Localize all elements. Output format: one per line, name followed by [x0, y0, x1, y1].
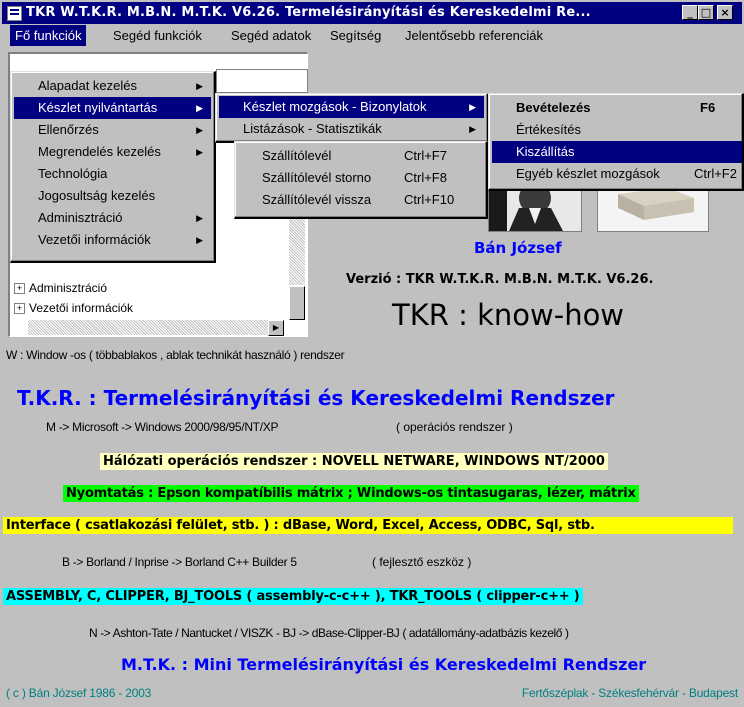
menu-item-ertekesites[interactable]: Értékesítés — [492, 119, 739, 141]
tree-item-label: Vezetői információk — [29, 301, 134, 315]
menu-seged-adatok[interactable]: Segéd adatok — [226, 25, 316, 46]
menu-item-shortcut: Ctrl+F10 — [404, 192, 455, 207]
menu-item-jogosultsag[interactable]: Jogosultság kezelés — [14, 185, 211, 207]
menu-item-shortcut: Ctrl+F7 — [404, 148, 447, 163]
b-description: B -> Borland / Inprise -> Borland C++ Bu… — [62, 555, 297, 569]
submenu-arrow-icon: ▶ — [196, 147, 203, 157]
assembly-banner: ASSEMBLY, C, CLIPPER, BJ_TOOLS ( assembl… — [3, 588, 583, 605]
title-bar[interactable]: TKR W.T.K.R. M.B.N. M.T.K. V6.26. Termel… — [2, 2, 742, 24]
menu-item-label: Ellenőrzés — [38, 122, 99, 137]
menu-segitseg[interactable]: Segítség — [325, 25, 386, 46]
menu-bar: Fő funkciók Segéd funkciók Segéd adatok … — [2, 25, 742, 46]
menu-seged-funkciok[interactable]: Segéd funkciók — [108, 25, 207, 46]
menu-item-label: Szállítólevél vissza — [262, 192, 372, 207]
menu-item-shortcut: Ctrl+F8 — [404, 170, 447, 185]
menu-item-adminisztracio[interactable]: Adminisztráció ▶ — [14, 207, 211, 229]
menu-item-label: Szállítólevél storno — [262, 170, 372, 185]
menu-item-alapadat[interactable]: Alapadat kezelés ▶ — [14, 75, 211, 97]
menu-item-label: Vezetői információk — [38, 232, 151, 247]
menu-item-shortcut: F6 — [700, 100, 716, 115]
menu-item-label: Jogosultság kezelés — [38, 188, 156, 203]
window-title: TKR W.T.K.R. M.B.N. M.T.K. V6.26. Termel… — [26, 5, 591, 20]
app-icon[interactable] — [7, 6, 22, 21]
menu-referenciak[interactable]: Jelentősebb referenciák — [400, 25, 548, 46]
submenu-arrow-icon: ▶ — [196, 213, 203, 223]
n-description: N -> Ashton-Tate / Nantucket / VISZK - B… — [89, 626, 569, 640]
menu-item-label: Kiszállítás — [516, 144, 575, 159]
menu-item-listazasok[interactable]: Listázások - Statisztikák ▶ — [219, 118, 484, 140]
menu-item-label: Listázások - Statisztikák — [243, 121, 382, 136]
m-note: ( operációs rendszer ) — [396, 420, 513, 434]
submenu-arrow-icon: ▶ — [196, 103, 203, 113]
menu-item-megrendeles[interactable]: Megrendelés kezelés ▶ — [14, 141, 211, 163]
product-photo-image — [598, 184, 708, 231]
menu-item-szallitolevel[interactable]: Szállítólevél Ctrl+F7 — [238, 145, 483, 167]
menu-item-label: Egyéb készlet mozgások — [516, 166, 660, 181]
h-scrollbar-track[interactable] — [28, 320, 268, 335]
maximize-button[interactable]: □ — [698, 5, 714, 20]
b-note: ( fejlesztő eszköz ) — [372, 555, 472, 569]
network-os-banner: Hálózati operációs rendszer : NOVELL NET… — [100, 453, 608, 470]
author-name: Bán József — [474, 239, 562, 257]
submenu-arrow-icon: ▶ — [196, 235, 203, 245]
input-box[interactable] — [216, 69, 308, 93]
menu-item-technologia[interactable]: Technológia — [14, 163, 211, 185]
menu-item-label: Készlet nyilvántartás — [38, 100, 158, 115]
locations: Fertőszéplak - Székesfehérvár - Budapest — [521, 686, 738, 700]
menu-item-ellenorzes[interactable]: Ellenőrzés ▶ — [14, 119, 211, 141]
close-button[interactable]: × — [717, 5, 733, 20]
menu-item-kiszallitas[interactable]: Kiszállítás — [492, 141, 742, 163]
slogan: TKR : know-how — [392, 298, 625, 332]
menu-fo-funkciok[interactable]: Fő funkciók — [10, 25, 87, 46]
stock-submenu: Készlet mozgások - Bizonylatok ▶ Listázás… — [215, 93, 489, 143]
menu-item-bevetelezes[interactable]: Bevételezés F6 — [492, 97, 739, 119]
expand-icon[interactable]: + — [14, 303, 25, 315]
scroll-right-button[interactable]: ▶ — [268, 320, 284, 336]
menu-item-egyeb-keszlet[interactable]: Egyéb készlet mozgások Ctrl+F2 — [492, 163, 742, 185]
submenu-arrow-icon: ▶ — [469, 124, 476, 134]
menu-item-label: Adminisztráció — [38, 210, 123, 225]
main-menu-dropdown: Alapadat kezelés ▶ Készlet nyilvántartás ▶… — [10, 71, 216, 263]
copyright: ( c ) Bán József 1986 - 2003 — [6, 686, 152, 700]
submenu-arrow-icon: ▶ — [196, 81, 203, 91]
m-description: M -> Microsoft -> Windows 2000/98/95/NT/… — [46, 420, 279, 434]
menu-item-keszlet-mozgasok[interactable]: Készlet mozgások - Bizonylatok ▶ — [219, 96, 484, 118]
menu-item-label: Készlet mozgások - Bizonylatok — [243, 99, 427, 114]
menu-item-label: Alapadat kezelés — [38, 78, 138, 93]
printing-banner: Nyomtatás : Epson kompatíbilis mátrix ; … — [63, 485, 639, 502]
tree-item-adminisztracio[interactable]: + Adminisztráció — [14, 279, 107, 297]
scroll-thumb[interactable] — [289, 286, 305, 320]
tkr-heading: T.K.R. : Termelésirányítási és Kereskede… — [17, 386, 615, 410]
w-description: W : Window -os ( többablakos , ablak tec… — [6, 348, 345, 362]
submenu-arrow-icon: ▶ — [196, 125, 203, 135]
mtk-heading: M.T.K. : Mini Termelésirányítási és Kere… — [121, 655, 647, 674]
menu-item-keszlet[interactable]: Készlet nyilvántartás ▶ — [14, 97, 211, 119]
expand-icon[interactable]: + — [14, 283, 25, 295]
app-window: TKR W.T.K.R. M.B.N. M.T.K. V6.26. Termel… — [0, 0, 744, 707]
author-photo-image — [489, 182, 581, 231]
menu-item-label: Szállítólevél — [262, 148, 332, 163]
menu-item-shortcut: Ctrl+F2 — [694, 166, 737, 181]
delivery-submenu: Szállítólevél Ctrl+F7 Szállítólevél storn… — [234, 141, 488, 219]
menu-item-szallitolevel-storno[interactable]: Szállítólevél storno Ctrl+F8 — [238, 167, 483, 189]
tree-item-label: Adminisztráció — [29, 281, 108, 295]
version-label: Verzió : TKR W.T.K.R. M.B.N. M.T.K. V6.2… — [346, 272, 654, 287]
menu-item-label: Értékesítés — [516, 122, 582, 137]
menu-item-label: Technológia — [38, 166, 108, 181]
menu-item-szallitolevel-vissza[interactable]: Szállítólevél vissza Ctrl+F10 — [238, 189, 483, 211]
movements-submenu: Bevételezés F6 Értékesítés Kiszállítás Eg… — [488, 93, 744, 191]
minimize-button[interactable]: _ — [682, 5, 698, 20]
menu-item-vezetoi[interactable]: Vezetői információk ▶ — [14, 229, 211, 251]
menu-item-label: Bevételezés — [516, 100, 591, 115]
interface-banner: Interface ( csatlakozási felület, stb. )… — [3, 517, 733, 534]
submenu-arrow-icon: ▶ — [469, 102, 476, 112]
menu-item-label: Megrendelés kezelés — [38, 144, 161, 159]
tree-item-vezetoi-informaciok[interactable]: + Vezetői információk — [14, 299, 133, 317]
